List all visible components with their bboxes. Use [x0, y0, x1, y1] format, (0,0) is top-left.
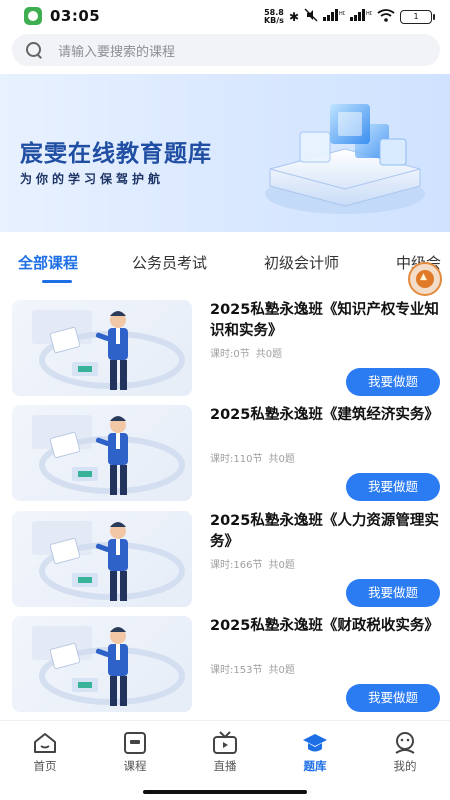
nav-home[interactable]: 首页 [15, 731, 75, 774]
practice-button[interactable]: 我要做题 [346, 579, 440, 607]
course-thumbnail [12, 405, 192, 501]
course-meta: 课时:110节 共0题 [210, 450, 295, 465]
teacher-illustration [32, 626, 185, 706]
net-speed-unit: KB/s [263, 15, 284, 25]
nav-live-label: 直播 [213, 759, 237, 773]
hd-signal-icon-2: HD [350, 9, 374, 24]
nav-courses-label: 课程 [123, 759, 147, 773]
nav-home-label: 首页 [33, 759, 57, 773]
course-item[interactable]: 2025私塾永逸班《人力资源管理实务》 课时:166节 共0题 我要做题 [0, 511, 450, 617]
teacher-illustration [32, 521, 185, 601]
svg-text:HD: HD [339, 11, 345, 17]
bottom-nav: 首页 课程 直播 题库 我的 [0, 720, 450, 800]
practice-button[interactable]: 我要做题 [346, 368, 440, 396]
course-hours: 课时:110节 [210, 454, 263, 465]
course-icon [124, 732, 146, 754]
search-icon [26, 42, 42, 58]
course-title: 2025私塾永逸班《知识产权专业知识和实务》 [210, 302, 439, 339]
nav-live[interactable]: 直播 [195, 731, 255, 774]
practice-button[interactable]: 我要做题 [346, 473, 440, 501]
status-left: 03:05 [24, 7, 100, 25]
course-question-count: 共0题 [268, 560, 295, 571]
svg-text:HD: HD [366, 11, 372, 17]
course-thumbnail [12, 300, 192, 396]
course-item[interactable]: 2025私塾永逸班《财政税收实务》 课时:153节 共0题 我要做题 [0, 616, 450, 722]
battery-icon: 1 [400, 9, 435, 24]
course-meta: 课时:166节 共0题 [210, 556, 295, 571]
fire-icon [416, 270, 434, 288]
search-bar[interactable]: 请输入要搜索的课程 [12, 34, 440, 66]
course-hours: 课时:0节 [210, 349, 250, 360]
home-icon [34, 733, 56, 753]
battery-level: 1 [413, 11, 419, 21]
course-hours: 课时:153节 [210, 665, 263, 676]
status-time: 03:05 [50, 7, 101, 25]
mute-icon [304, 8, 318, 25]
course-title: 2025私塾永逸班《人力资源管理实务》 [210, 513, 439, 550]
status-bar: 03:05 58.8 KB/s ✱ HD HD 1 [0, 0, 450, 34]
course-meta: 课时:153节 共0题 [210, 661, 295, 676]
tv-icon [213, 731, 237, 754]
net-speed: 58.8 KB/s [263, 8, 284, 25]
search-placeholder: 请输入要搜索的课程 [58, 44, 176, 60]
course-item[interactable]: 2025私塾永逸班《建筑经济实务》 课时:110节 共0题 我要做题 [0, 405, 450, 511]
course-item[interactable]: 2025私塾永逸班《知识产权专业知识和实务》 课时:0节 共0题 我要做题 [0, 300, 450, 406]
nav-question-bank[interactable]: 题库 [285, 731, 345, 774]
course-hours: 课时:166节 [210, 560, 263, 571]
tab-indicator [42, 280, 72, 283]
course-question-count: 共0题 [268, 665, 295, 676]
phone-call-icon [24, 7, 42, 25]
tab-junior-accountant[interactable]: 初级会计师 [264, 252, 339, 273]
hd-signal-icon: HD [323, 9, 347, 24]
graduation-cap-icon [303, 734, 327, 752]
course-thumbnail [12, 616, 192, 712]
practice-button[interactable]: 我要做题 [346, 684, 440, 712]
teacher-illustration [32, 415, 185, 495]
tab-civil-service[interactable]: 公务员考试 [132, 252, 207, 273]
tab-all-courses[interactable]: 全部课程 [18, 252, 78, 273]
nav-profile-label: 我的 [393, 759, 417, 773]
banner-title: 宸雯在线教育题库 [20, 141, 212, 167]
status-right: 58.8 KB/s ✱ HD HD 1 [263, 8, 435, 25]
course-meta: 课时:0节 共0题 [210, 345, 282, 360]
promo-banner[interactable]: 宸雯在线教育题库 为你的学习保驾护航 [0, 74, 450, 232]
nav-question-bank-label: 题库 [303, 759, 327, 773]
floating-action-button[interactable] [408, 262, 442, 296]
course-title: 2025私塾永逸班《建筑经济实务》 [210, 407, 439, 423]
banner-subtitle: 为你的学习保驾护航 [20, 172, 165, 186]
home-indicator[interactable] [143, 790, 307, 794]
course-title: 2025私塾永逸班《财政税收实务》 [210, 618, 439, 634]
wifi-icon [377, 8, 395, 25]
banner-illustration [265, 104, 425, 214]
nav-courses[interactable]: 课程 [105, 731, 165, 774]
course-thumbnail [12, 511, 192, 607]
bluetooth-icon: ✱ [288, 9, 299, 24]
course-question-count: 共0题 [255, 349, 283, 360]
course-question-count: 共0题 [268, 454, 295, 465]
profile-icon [395, 732, 415, 754]
nav-profile[interactable]: 我的 [375, 731, 435, 774]
teacher-illustration [32, 310, 185, 390]
category-tabs: 全部课程 公务员考试 初级会计师 中级会 [0, 246, 450, 286]
